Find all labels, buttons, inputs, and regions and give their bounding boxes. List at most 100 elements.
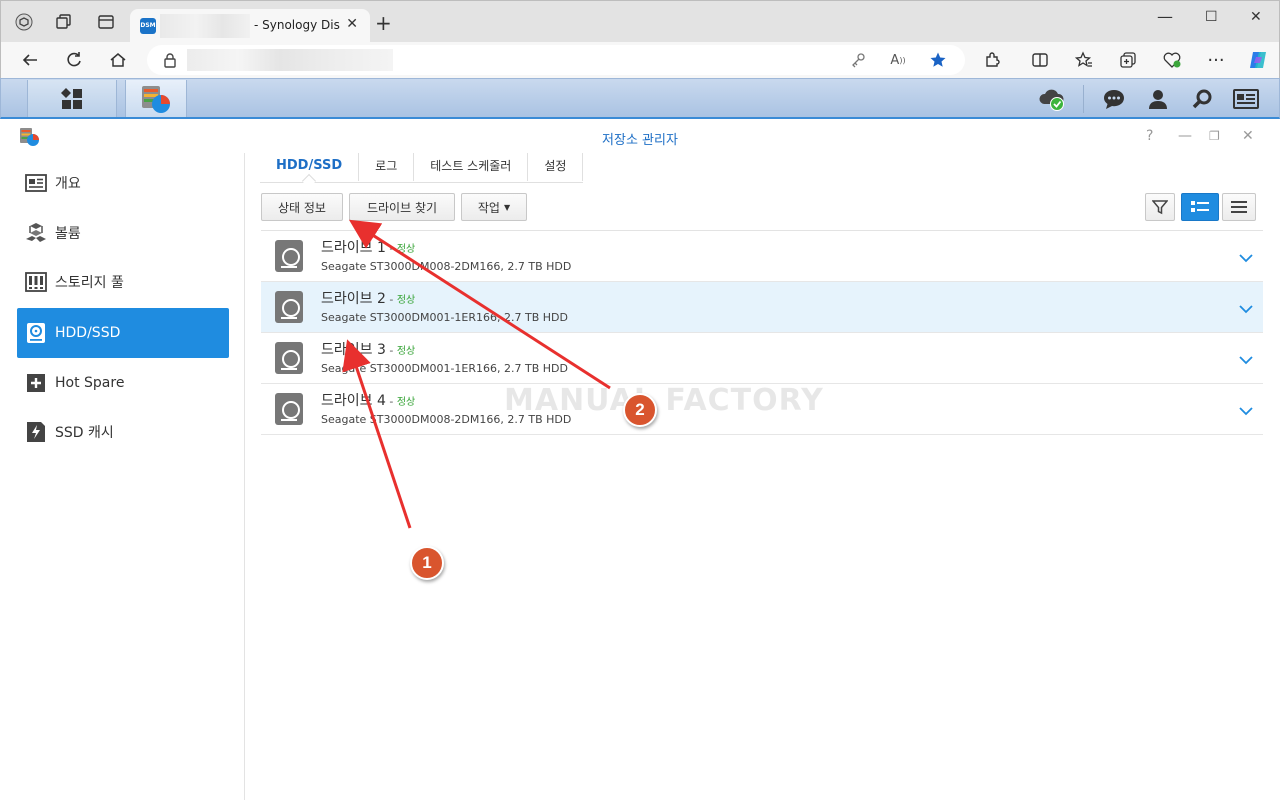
storage-manager-taskbar-button[interactable] [125, 80, 187, 117]
lock-icon [163, 52, 177, 72]
drive-name-line: 드라이브 1 - 정상 [321, 237, 415, 257]
sidebar-item-ssd-cache[interactable]: SSD 캐시 [17, 407, 229, 457]
main-menu-button[interactable] [27, 80, 117, 117]
vertical-tabs-icon[interactable] [95, 11, 117, 33]
widgets-icon[interactable] [1233, 87, 1259, 111]
hdd-icon [275, 342, 303, 374]
search-icon[interactable] [1189, 87, 1215, 111]
hdd-icon [275, 240, 303, 272]
address-bar[interactable] [147, 45, 965, 75]
drive-name-line: 드라이브 2 - 정상 [321, 288, 415, 308]
main-panel: HDD/SSD 로그 테스트 스케줄러 설정 상태 정보 드라이브 찾기 작업 … [246, 153, 1275, 800]
browser-tab-strip: DSM - Synology DiskS ✕ + — ☐ ✕ [0, 0, 1280, 43]
user-account-icon[interactable] [1145, 87, 1171, 111]
app-close-icon[interactable]: ✕ [1242, 128, 1254, 144]
cloud-sync-icon[interactable] [1037, 87, 1067, 111]
sidebar-item-hot-spare[interactable]: Hot Spare [17, 358, 229, 408]
find-drive-button[interactable]: 드라이브 찾기 [349, 193, 455, 221]
list-item[interactable]: 드라이브 1 - 정상 Seagate ST3000DM008-2DM166, … [261, 231, 1263, 282]
app-minimize-icon[interactable]: — [1178, 128, 1192, 144]
sidebar-item-label: 스토리지 풀 [55, 275, 124, 291]
workspaces-icon[interactable] [13, 11, 35, 33]
split-screen-icon[interactable] [1029, 49, 1051, 71]
list-item[interactable]: 드라이브 3 - 정상 Seagate ST3000DM001-1ER166, … [261, 333, 1263, 384]
tab-test-scheduler[interactable]: 테스트 스케줄러 [414, 153, 529, 181]
read-aloud-icon[interactable]: A)) [887, 49, 909, 71]
drive-status: 정상 [396, 397, 416, 408]
drive-status: 정상 [396, 295, 416, 306]
browser-essentials-icon[interactable] [1161, 49, 1183, 71]
app-restore-icon[interactable]: ❐ [1209, 129, 1220, 143]
browser-tab[interactable]: DSM - Synology DiskS ✕ [130, 9, 370, 43]
detail-list-icon [1191, 201, 1209, 212]
browser-toolbar: A)) ··· [0, 42, 1280, 78]
collections-icon[interactable] [1117, 49, 1139, 71]
copilot-icon[interactable] [1247, 49, 1269, 71]
back-icon[interactable] [19, 49, 41, 71]
sidebar-item-label: SSD 캐시 [55, 425, 114, 441]
action-dropdown-button[interactable]: 작업 ▼ [461, 193, 527, 221]
overview-icon [25, 172, 47, 194]
sidebar-item-label: 개요 [55, 176, 81, 192]
app-title: 저장소 관리자 [602, 133, 678, 148]
drive-sep: - [385, 242, 397, 255]
chevron-down-icon[interactable] [1239, 299, 1253, 318]
tab-collections-icon[interactable] [53, 11, 75, 33]
tab-log[interactable]: 로그 [359, 153, 415, 181]
storage-pool-icon [25, 271, 47, 293]
refresh-icon[interactable] [63, 49, 85, 71]
sidebar-item-label: HDD/SSD [55, 325, 121, 341]
sidebar-item-label: Hot Spare [55, 375, 125, 391]
status-info-button[interactable]: 상태 정보 [261, 193, 343, 221]
drive-description: Seagate ST3000DM001-1ER166, 2.7 TB HDD [321, 362, 568, 375]
dropdown-caret-icon: ▼ [503, 202, 511, 212]
minimize-icon[interactable]: — [1157, 7, 1173, 26]
sidebar-item-hdd-ssd[interactable]: HDD/SSD [17, 308, 229, 358]
drive-description: Seagate ST3000DM008-2DM166, 2.7 TB HDD [321, 260, 572, 273]
hot-spare-icon [25, 372, 47, 394]
detail-view-button[interactable] [1181, 193, 1219, 221]
sidebar-item-volume[interactable]: 볼륨 [17, 208, 229, 258]
drive-name-line: 드라이브 4 - 정상 [321, 390, 415, 410]
filter-icon [1152, 200, 1168, 215]
dsm-favicon-icon: DSM [140, 18, 156, 34]
volume-icon [25, 222, 47, 244]
drive-name-line: 드라이브 3 - 정상 [321, 339, 415, 359]
blurred-tab-text [160, 14, 250, 38]
help-icon[interactable]: ? [1146, 128, 1153, 144]
main-menu-icon [61, 87, 82, 109]
key-icon[interactable] [847, 49, 869, 71]
filter-button[interactable] [1145, 193, 1175, 221]
favorite-star-icon[interactable] [927, 49, 949, 71]
tab-settings[interactable]: 설정 [528, 153, 584, 181]
annotation-badge-1: 1 [410, 546, 444, 580]
drive-status: 정상 [396, 346, 416, 357]
favorites-icon[interactable] [1073, 49, 1095, 71]
drive-sep: - [385, 395, 397, 408]
chevron-down-icon[interactable] [1239, 350, 1253, 369]
drive-name: 드라이브 1 [321, 240, 386, 256]
close-tab-icon[interactable]: ✕ [346, 16, 358, 32]
drive-sep: - [385, 293, 397, 306]
chevron-down-icon[interactable] [1239, 401, 1253, 420]
maximize-icon[interactable]: ☐ [1205, 9, 1218, 25]
list-view-button[interactable] [1222, 193, 1256, 221]
home-icon[interactable] [107, 49, 129, 71]
taskbar-divider [1083, 85, 1084, 113]
action-label: 작업 [477, 200, 500, 215]
notifications-icon[interactable] [1101, 87, 1127, 111]
hdd-icon [275, 393, 303, 425]
watermark: MANUAL FACTORY [504, 383, 824, 418]
list-item[interactable]: 드라이브 2 - 정상 Seagate ST3000DM001-1ER166, … [261, 282, 1263, 333]
close-window-icon[interactable]: ✕ [1250, 9, 1262, 25]
blurred-url [187, 49, 393, 71]
sidebar-item-storage-pool[interactable]: 스토리지 풀 [17, 257, 229, 307]
extensions-icon[interactable] [981, 49, 1003, 71]
sidebar-item-overview[interactable]: 개요 [17, 158, 229, 208]
sidebar: 개요 볼륨 스토리지 풀 HDD/SSD Hot Spare SSD 캐시 [5, 153, 245, 800]
new-tab-icon[interactable]: + [375, 13, 392, 33]
chevron-down-icon[interactable] [1239, 248, 1253, 267]
more-options-icon[interactable]: ··· [1205, 49, 1227, 71]
drive-status: 정상 [396, 244, 416, 255]
hdd-icon [275, 291, 303, 323]
